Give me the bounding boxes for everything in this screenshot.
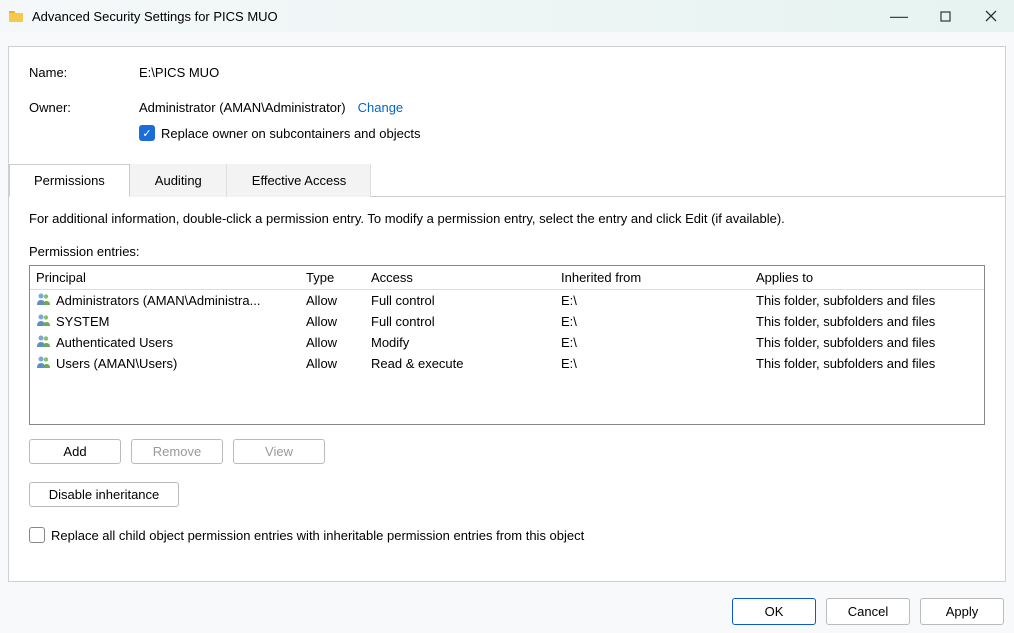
view-button[interactable]: View — [233, 439, 325, 464]
folder-icon — [8, 8, 24, 24]
cell-access: Modify — [371, 335, 561, 350]
header-applies[interactable]: Applies to — [756, 270, 978, 285]
users-icon — [36, 334, 52, 351]
cell-applies: This folder, subfolders and files — [756, 335, 978, 350]
cell-principal: Users (AMAN\Users) — [56, 356, 177, 371]
cell-inherited: E:\ — [561, 293, 756, 308]
owner-value: Administrator (AMAN\Administrator) — [139, 100, 346, 115]
cell-inherited: E:\ — [561, 356, 756, 371]
table-row[interactable]: Authenticated Users AllowModifyE:\This fo… — [30, 332, 984, 353]
maximize-button[interactable] — [922, 0, 968, 32]
replace-owner-label: Replace owner on subcontainers and objec… — [161, 126, 420, 141]
header-type[interactable]: Type — [306, 270, 371, 285]
cell-access: Full control — [371, 293, 561, 308]
cell-type: Allow — [306, 314, 371, 329]
cell-type: Allow — [306, 356, 371, 371]
owner-label: Owner: — [29, 100, 139, 115]
cell-inherited: E:\ — [561, 335, 756, 350]
table-row[interactable]: Users (AMAN\Users) AllowRead & executeE:\… — [30, 353, 984, 374]
main-panel: Name: E:\PICS MUO Owner: Administrator (… — [8, 46, 1006, 582]
table-row[interactable]: Administrators (AMAN\Administra... AllowF… — [30, 290, 984, 311]
cell-access: Read & execute — [371, 356, 561, 371]
cell-applies: This folder, subfolders and files — [756, 356, 978, 371]
window-title: Advanced Security Settings for PICS MUO — [32, 9, 876, 24]
table-header: Principal Type Access Inherited from App… — [30, 266, 984, 290]
name-value: E:\PICS MUO — [139, 65, 219, 80]
close-button[interactable] — [968, 0, 1014, 32]
instruction-text: For additional information, double-click… — [29, 211, 985, 226]
replace-child-row: Replace all child object permission entr… — [29, 527, 985, 543]
table-row[interactable]: SYSTEM AllowFull controlE:\This folder, s… — [30, 311, 984, 332]
cell-type: Allow — [306, 293, 371, 308]
remove-button[interactable]: Remove — [131, 439, 223, 464]
header-access[interactable]: Access — [371, 270, 561, 285]
cell-applies: This folder, subfolders and files — [756, 293, 978, 308]
users-icon — [36, 313, 52, 330]
titlebar: Advanced Security Settings for PICS MUO … — [0, 0, 1014, 32]
header-principal[interactable]: Principal — [36, 270, 306, 285]
cell-principal: SYSTEM — [56, 314, 109, 329]
users-icon — [36, 292, 52, 309]
window-controls: — — [876, 0, 1014, 32]
tab-permissions[interactable]: Permissions — [9, 164, 130, 197]
permission-table: Principal Type Access Inherited from App… — [29, 265, 985, 425]
add-button[interactable]: Add — [29, 439, 121, 464]
replace-child-checkbox[interactable] — [29, 527, 45, 543]
cell-inherited: E:\ — [561, 314, 756, 329]
header-inherited[interactable]: Inherited from — [561, 270, 756, 285]
replace-child-label: Replace all child object permission entr… — [51, 528, 584, 543]
table-buttons: Add Remove View — [29, 439, 985, 464]
tab-effective-access[interactable]: Effective Access — [227, 164, 371, 197]
name-label: Name: — [29, 65, 139, 80]
cell-principal: Authenticated Users — [56, 335, 173, 350]
change-owner-link[interactable]: Change — [358, 100, 404, 115]
owner-row: Owner: Administrator (AMAN\Administrator… — [29, 100, 985, 115]
minimize-button[interactable]: — — [876, 0, 922, 32]
tab-auditing[interactable]: Auditing — [130, 164, 227, 197]
cancel-button[interactable]: Cancel — [826, 598, 910, 625]
cell-type: Allow — [306, 335, 371, 350]
name-row: Name: E:\PICS MUO — [29, 65, 985, 80]
users-icon — [36, 355, 52, 372]
cell-access: Full control — [371, 314, 561, 329]
dialog-buttons: OK Cancel Apply — [0, 588, 1014, 625]
apply-button[interactable]: Apply — [920, 598, 1004, 625]
entries-label: Permission entries: — [29, 244, 985, 259]
replace-owner-checkbox[interactable]: ✓ — [139, 125, 155, 141]
cell-applies: This folder, subfolders and files — [756, 314, 978, 329]
replace-owner-row: ✓ Replace owner on subcontainers and obj… — [139, 125, 985, 141]
cell-principal: Administrators (AMAN\Administra... — [56, 293, 260, 308]
disable-inheritance-button[interactable]: Disable inheritance — [29, 482, 179, 507]
ok-button[interactable]: OK — [732, 598, 816, 625]
tabs: Permissions Auditing Effective Access — [9, 163, 1005, 197]
